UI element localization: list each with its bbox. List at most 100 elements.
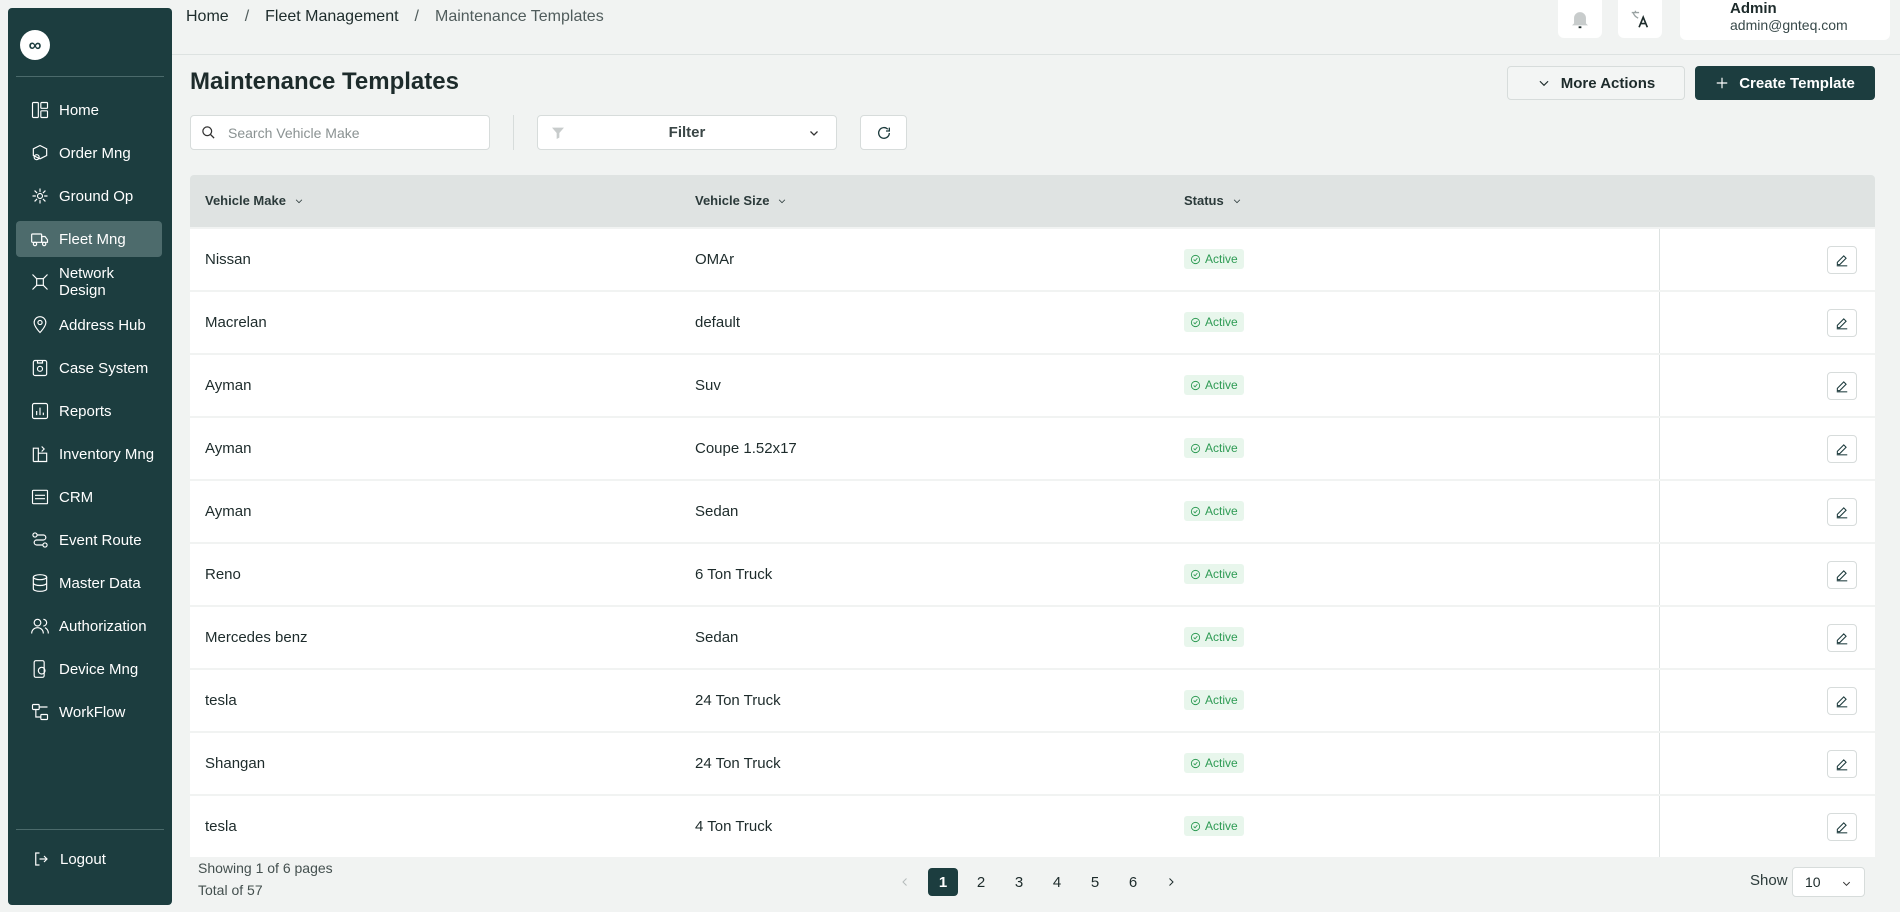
edit-button[interactable] [1827,309,1857,337]
edit-button[interactable] [1827,687,1857,715]
sidebar-nav: Home Order Mng Ground Op Fleet Mng Network D… [16,92,162,737]
previous-page-button[interactable] [890,868,920,896]
sidebar-item-case-system[interactable]: Case System [16,350,162,386]
logout-icon [35,852,48,866]
users-icon [30,616,50,636]
chevron-down-icon [1842,881,1851,886]
pencil-icon [1836,633,1848,645]
status-label: Active [1205,819,1238,833]
column-header-status[interactable]: Status [1184,193,1242,208]
sidebar-item-authorization[interactable]: Authorization [16,608,162,644]
search-icon [202,126,215,139]
refresh-button[interactable] [860,115,907,150]
page-button-2[interactable]: 2 [966,868,996,896]
edit-button[interactable] [1827,246,1857,274]
status-badge: Active [1184,438,1244,458]
sidebar-item-network-design[interactable]: Network Design [16,264,162,300]
table-row: Shangan 24 Ton Truck Active [190,733,1875,794]
table-row: Ayman Suv Active [190,355,1875,416]
pencil-icon [1836,381,1848,393]
status-label: Active [1205,567,1238,581]
sidebar-item-address-hub[interactable]: Address Hub [16,307,162,343]
more-actions-button[interactable]: More Actions [1507,66,1685,100]
pagination: 123456 [890,868,1194,896]
translate-icon [1631,10,1649,28]
sidebar-item-crm[interactable]: CRM [16,479,162,515]
page-button-4[interactable]: 4 [1042,868,1072,896]
page-button-5[interactable]: 5 [1080,868,1110,896]
filter-dropdown[interactable]: Filter [537,115,837,150]
next-page-button[interactable] [1156,868,1186,896]
sidebar-item-event-route[interactable]: Event Route [16,522,162,558]
column-divider [1659,670,1660,731]
edit-button[interactable] [1827,435,1857,463]
column-header-vehicle-make[interactable]: Vehicle Make [205,193,304,208]
check-circle-icon [1190,569,1201,579]
edit-button[interactable] [1827,624,1857,652]
toolbar-divider [513,115,514,150]
sidebar-item-inventory-mng[interactable]: Inventory Mng [16,436,162,472]
sidebar-item-label: Reports [59,402,112,420]
column-divider [1659,796,1660,857]
notifications-button[interactable] [1558,0,1602,38]
sidebar-divider [16,829,164,830]
status-label: Active [1205,693,1238,707]
page-size-select[interactable]: 10 [1792,867,1865,897]
pencil-icon [1836,318,1848,330]
app-logo[interactable]: ∞ [20,30,50,60]
sidebar-item-device-mng[interactable]: Device Mng [16,651,162,687]
vehicle-make-cell: tesla [205,692,237,709]
check-circle-icon [1190,632,1201,642]
column-divider [1659,355,1660,416]
breadcrumb-separator: / [244,8,250,25]
column-divider [1659,418,1660,479]
table-row: Reno 6 Ton Truck Active [190,544,1875,605]
user-email: admin@gnteq.com [1730,17,1848,33]
page-size-label: Show [1750,872,1788,889]
search-box[interactable] [190,115,490,150]
hub-network-icon [30,186,50,206]
sidebar-item-workflow[interactable]: WorkFlow [16,694,162,730]
status-badge: Active [1184,501,1244,521]
check-circle-icon [1190,821,1201,831]
page-button-3[interactable]: 3 [1004,868,1034,896]
vehicle-make-cell: Ayman [205,503,252,520]
create-template-button[interactable]: Create Template [1695,66,1875,100]
more-actions-label: More Actions [1560,74,1656,92]
column-header-vehicle-size[interactable]: Vehicle Size [695,193,787,208]
sidebar-item-label: Master Data [59,574,141,592]
page-button-6[interactable]: 6 [1118,868,1148,896]
breadcrumb-home[interactable]: Home [186,8,229,26]
search-input[interactable] [228,124,468,141]
sidebar-item-master-data[interactable]: Master Data [16,565,162,601]
sidebar-item-order-mng[interactable]: Order Mng [16,135,162,171]
sidebar-item-label: Network Design [59,265,115,299]
refresh-icon [877,126,890,139]
edit-button[interactable] [1827,813,1857,841]
breadcrumb-current: Maintenance Templates [435,8,604,25]
user-menu[interactable]: Admin admin@gnteq.com [1680,0,1890,40]
total-count: Total of 57 [198,882,263,898]
sidebar-item-ground-op[interactable]: Ground Op [16,178,162,214]
sidebar-item-home[interactable]: Home [16,92,162,128]
page-button-1[interactable]: 1 [928,868,958,896]
edit-button[interactable] [1827,372,1857,400]
sidebar-item-reports[interactable]: Reports [16,393,162,429]
sidebar-item-label: Inventory Mng [59,445,155,463]
bell-icon [1572,12,1588,29]
language-button[interactable] [1618,0,1662,38]
sidebar-item-label: Address Hub [59,316,146,334]
templates-table: Vehicle Make Vehicle Size Status Nissan O… [190,175,1875,857]
edit-button[interactable] [1827,750,1857,778]
vehicle-size-cell: Sedan [695,503,739,520]
pencil-icon [1836,444,1848,456]
sidebar: ∞ Home Order Mng Ground Op Fleet Mng Network… [8,8,172,905]
logout-button[interactable]: Logout [16,841,162,877]
breadcrumb-fleet-management[interactable]: Fleet Management [265,8,398,26]
edit-button[interactable] [1827,498,1857,526]
inventory-icon [30,444,50,464]
check-circle-icon [1190,380,1201,390]
edit-button[interactable] [1827,561,1857,589]
status-badge: Active [1184,627,1244,647]
sidebar-item-fleet-mng[interactable]: Fleet Mng [16,221,162,257]
